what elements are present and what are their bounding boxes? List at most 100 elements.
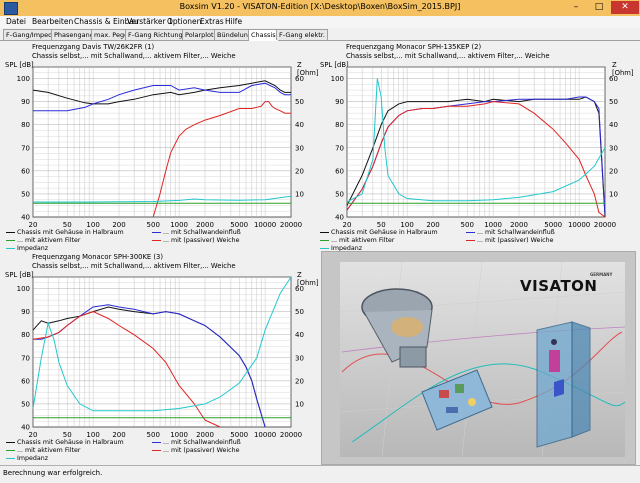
y2-tick-label: 30 <box>295 354 304 362</box>
y-tick-label: 90 <box>335 98 344 106</box>
chart-panel-3: Frequenzgang Monacor SPH-300KE (3) Chass… <box>0 251 319 464</box>
y-tick-label: 90 <box>21 98 30 106</box>
x-tick-label: 500 <box>147 221 160 229</box>
legend-item: Chassis mit Gehäuse in Halbraum <box>6 229 124 236</box>
y-tick-label: 60 <box>21 167 30 175</box>
speaker-cabinet <box>536 321 591 448</box>
y-tick-label: 60 <box>335 167 344 175</box>
tab-phasengang[interactable]: Phasengang <box>51 29 97 40</box>
x-tick-label: 500 <box>461 221 474 229</box>
y-tick-label: 100 <box>331 75 344 83</box>
tab-chassis[interactable]: Chassis <box>248 29 279 41</box>
y-tick-label: 60 <box>21 377 30 385</box>
legend-item: ... mit aktivem Filter <box>6 237 80 244</box>
x-tick-label: 200 <box>112 221 125 229</box>
x-tick-label: 1000 <box>484 221 502 229</box>
menu-datei[interactable]: Datei <box>6 17 26 26</box>
chart-title: Frequenzgang Monacor SPH-135KEP (2) <box>346 43 482 51</box>
y-tick-label: 50 <box>21 190 30 198</box>
x-tick-label: 1000 <box>170 221 188 229</box>
y2-tick-label: 50 <box>609 98 618 106</box>
y2-tick-label: 50 <box>295 98 304 106</box>
y2-tick-label: 30 <box>295 144 304 152</box>
logo-brand: VISATON <box>520 277 598 295</box>
y2-tick-label: 10 <box>295 400 304 408</box>
tab-bar: F-Gang/Imped Phasengang max. Pegel F-Gan… <box>0 28 640 41</box>
menu-verstaerker[interactable]: Verstärker 1 <box>127 17 173 26</box>
x-tick-label: 100 <box>400 221 413 229</box>
frequency-chart-1: 40506070809010010203040506020 50 100 200 500… <box>17 66 304 229</box>
y-tick-label: 70 <box>335 144 344 152</box>
window-title: Boxsim V1.20 - VISATON-Edition [X:\Deskt… <box>179 2 461 11</box>
x-tick-label: 50 <box>377 221 386 229</box>
legend-item: ... mit (passiver) Weiche <box>152 237 239 244</box>
chart-title: Frequenzgang Monacor SPH-300KE (3) <box>32 253 164 261</box>
x-tick-label: 10000 <box>568 221 590 229</box>
x-tick-label: 1000 <box>170 431 188 439</box>
y2-tick-label: 30 <box>609 144 618 152</box>
legend-item: ... mit Schallwandeinfluß <box>152 439 241 446</box>
legend-item: ... mit (passiver) Weiche <box>152 447 239 454</box>
menu-bar: Datei Bearbeiten Chassis & Einbau Verstä… <box>0 16 640 28</box>
y-tick-label: 80 <box>21 331 30 339</box>
y2-tick-label: 20 <box>295 167 304 175</box>
x-tick-label: 2000 <box>510 221 528 229</box>
y2-tick-label: 20 <box>295 377 304 385</box>
legend-item: Chassis mit Gehäuse in Halbraum <box>6 439 124 446</box>
tab-fgang-elektr[interactable]: F-Gang elektr. <box>276 29 328 40</box>
x-tick-label: 50 <box>63 431 72 439</box>
chart-subtitle: Chassis selbst,... mit Schallwand,... ak… <box>32 52 236 60</box>
x-tick-label: 500 <box>147 431 160 439</box>
x-tick-label: 20 <box>29 221 38 229</box>
x-tick-label: 100 <box>86 221 99 229</box>
y2-tick-label: 50 <box>295 308 304 316</box>
y-tick-label: 100 <box>17 75 30 83</box>
x-tick-label: 200 <box>426 221 439 229</box>
legend-item: Chassis mit Gehäuse in Halbraum <box>320 229 438 236</box>
y-tick-label: 100 <box>17 285 30 293</box>
y-tick-label: 70 <box>21 354 30 362</box>
maximize-icon[interactable]: □ <box>588 1 610 14</box>
status-text: Berechnung war erfolgreich. <box>3 469 103 477</box>
y2-tick-label: 40 <box>295 331 304 339</box>
menu-bearbeiten[interactable]: Bearbeiten <box>32 17 73 26</box>
legend-item: Impedanz <box>6 455 48 462</box>
frequency-chart-2: 40506070809010010203040506020 50 100 200 500… <box>331 66 618 229</box>
y2-tick-label: 60 <box>295 75 304 83</box>
chart-subtitle: Chassis selbst,... mit Schallwand,... ak… <box>32 262 236 270</box>
x-tick-label: 20000 <box>594 221 616 229</box>
x-tick-label: 10000 <box>254 431 276 439</box>
x-tick-label: 200 <box>112 431 125 439</box>
legend-item: ... mit Schallwandeinfluß <box>152 229 241 236</box>
status-bar: Berechnung war erfolgreich. <box>0 465 640 483</box>
visaton-logo-panel: GERMANY VISATON <box>321 251 636 465</box>
legend-item: ... mit aktivem Filter <box>320 237 394 244</box>
x-tick-label: 50 <box>63 221 72 229</box>
chart-panel-1: Frequenzgang Davis TW/26K2FR (1) Chassis… <box>0 41 319 252</box>
minimize-icon[interactable]: – <box>565 1 587 14</box>
x-tick-label: 5000 <box>230 221 248 229</box>
y-tick-label: 50 <box>21 400 30 408</box>
menu-extras[interactable]: Extras <box>200 17 224 26</box>
tab-fgang-imped[interactable]: F-Gang/Imped <box>3 29 56 40</box>
x-tick-label: 5000 <box>230 431 248 439</box>
menu-optionen[interactable]: Optionen <box>167 17 201 26</box>
y-tick-label: 50 <box>335 190 344 198</box>
x-tick-label: 5000 <box>544 221 562 229</box>
x-tick-label: 20 <box>343 221 352 229</box>
y2-tick-label: 10 <box>609 190 618 198</box>
x-tick-label: 20 <box>29 431 38 439</box>
x-tick-label: 20000 <box>280 431 302 439</box>
y-tick-label: 80 <box>335 121 344 129</box>
y2-tick-label: 40 <box>609 121 618 129</box>
close-icon[interactable]: ✕ <box>611 1 639 14</box>
x-tick-label: 2000 <box>196 221 214 229</box>
title-bar[interactable]: Boxsim V1.20 - VISATON-Edition [X:\Deskt… <box>0 0 640 17</box>
legend-item: ... mit Schallwandeinfluß <box>466 229 555 236</box>
chart-title: Frequenzgang Davis TW/26K2FR (1) <box>32 43 155 51</box>
menu-hilfe[interactable]: Hilfe <box>225 17 242 26</box>
legend-item: ... mit aktivem Filter <box>6 447 80 454</box>
y2-tick-label: 10 <box>295 190 304 198</box>
y2-tick-label: 20 <box>609 167 618 175</box>
x-tick-label: 100 <box>86 431 99 439</box>
